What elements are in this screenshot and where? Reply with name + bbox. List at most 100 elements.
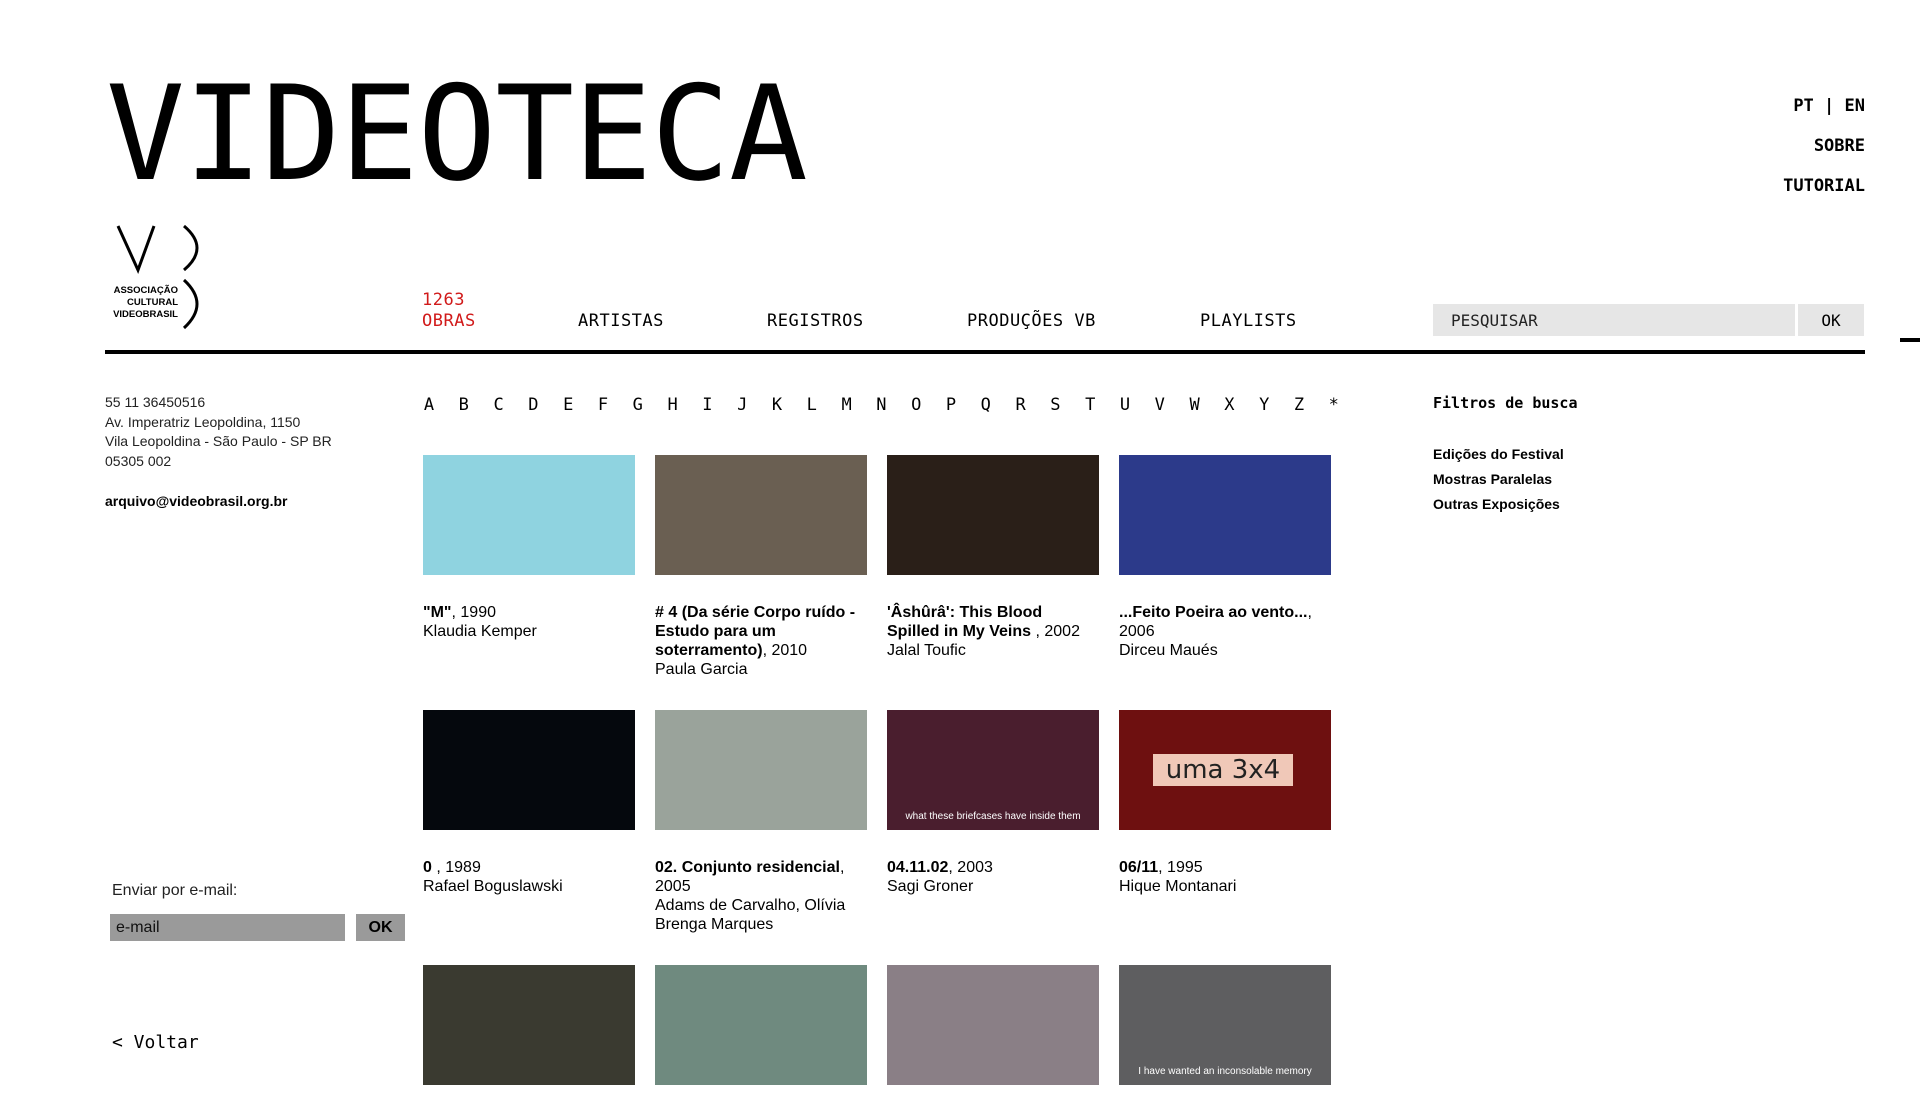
work-title-link[interactable]: 02. Conjunto residencial — [655, 859, 840, 876]
work-thumbnail[interactable] — [423, 710, 635, 830]
work-thumbnail[interactable] — [655, 965, 867, 1085]
work-card[interactable]: I have wanted an inconsolable memory — [1119, 965, 1331, 1113]
alphabet-letter[interactable]: C — [491, 395, 507, 415]
work-thumbnail[interactable] — [1119, 455, 1331, 575]
alphabet-letter[interactable]: D — [525, 395, 541, 415]
alphabet-letter[interactable]: B — [456, 395, 472, 415]
alphabet-letter[interactable]: U — [1117, 395, 1133, 415]
logo-line: CULTURAL — [126, 297, 178, 308]
alphabet-letter[interactable]: N — [873, 395, 889, 415]
filter-mostras-paralelas[interactable]: Mostras Paralelas — [1433, 467, 1578, 492]
work-thumbnail[interactable]: what these briefcases have inside them — [887, 710, 1099, 830]
alphabet-letter[interactable]: R — [1013, 395, 1029, 415]
work-info: 'Âshûrâ': This Blood Spilled in My Veins… — [887, 603, 1099, 641]
work-year: , 2002 — [1031, 623, 1080, 640]
alphabet-letter[interactable]: L — [804, 395, 820, 415]
alphabet-letter[interactable]: Z — [1291, 395, 1307, 415]
work-card[interactable] — [655, 965, 867, 1113]
work-title-link[interactable]: 06/11 — [1119, 859, 1158, 876]
filter-edicoes-festival[interactable]: Edições do Festival — [1433, 442, 1578, 467]
nav-artistas[interactable]: ARTISTAS — [578, 311, 664, 331]
language-switcher: PT | EN — [1783, 96, 1865, 136]
contact-city: Vila Leopoldina - São Paulo - SP BR — [105, 433, 332, 449]
logo-text: ASSOCIAÇÃO CULTURAL VIDEOBRASIL — [106, 285, 178, 321]
work-card[interactable]: # 4 (Da série Corpo ruído - Estudo para … — [655, 455, 867, 679]
work-card[interactable]: "M", 1990 Klaudia Kemper — [423, 455, 635, 641]
work-title-link[interactable]: "M" — [423, 604, 452, 621]
alphabet-letter[interactable]: P — [943, 395, 959, 415]
work-card[interactable]: 0 , 1989 Rafael Boguslawski — [423, 710, 635, 896]
work-title-link[interactable]: 'Âshûrâ': This Blood Spilled in My Veins — [887, 604, 1042, 640]
header-links: PT | EN SOBRE TUTORIAL — [1783, 96, 1865, 216]
work-thumbnail[interactable] — [655, 710, 867, 830]
obras-count: 1263 — [422, 290, 465, 310]
alphabet-letter[interactable]: Y — [1256, 395, 1272, 415]
email-send-button[interactable]: OK — [356, 914, 405, 941]
alphabet-letter[interactable]: H — [665, 395, 681, 415]
work-title-link[interactable]: 04.11.02 — [887, 859, 948, 876]
alphabet-letter[interactable]: O — [908, 395, 924, 415]
alphabet-letter[interactable]: T — [1082, 395, 1098, 415]
logo-line: VIDEOBRASIL — [113, 309, 178, 320]
alphabet-letter[interactable]: S — [1047, 395, 1063, 415]
work-artist: Jalal Toufic — [887, 642, 966, 659]
nav-producoes-vb[interactable]: PRODUÇÕES VB — [967, 311, 1096, 331]
work-thumbnail[interactable] — [887, 455, 1099, 575]
work-thumbnail[interactable] — [423, 455, 635, 575]
alphabet-letter[interactable]: I — [699, 395, 715, 415]
email-field[interactable] — [110, 914, 345, 941]
work-info: 06/11, 1995 — [1119, 858, 1331, 877]
alphabet-letter[interactable]: J — [734, 395, 750, 415]
work-title-link[interactable]: 0 — [423, 859, 432, 876]
work-thumbnail[interactable]: uma 3x4 — [1119, 710, 1331, 830]
work-card[interactable] — [423, 965, 635, 1113]
sobre-link[interactable]: SOBRE — [1814, 136, 1865, 156]
work-artist: Adams de Carvalho, Olívia Brenga Marques — [655, 897, 846, 933]
alphabet-letter[interactable]: M — [839, 395, 855, 415]
alphabet-letter[interactable]: F — [595, 395, 611, 415]
work-info: 0 , 1989 — [423, 858, 635, 877]
work-card[interactable]: uma 3x4 06/11, 1995 Hique Montanari — [1119, 710, 1331, 896]
work-thumbnail[interactable] — [423, 965, 635, 1085]
alphabet-letter[interactable]: K — [769, 395, 785, 415]
work-title-link[interactable]: # 4 (Da série Corpo ruído - Estudo para … — [655, 604, 855, 659]
nav-playlists[interactable]: PLAYLISTS — [1200, 311, 1297, 331]
alphabet-letter[interactable]: Q — [978, 395, 994, 415]
work-card[interactable]: 'Âshûrâ': This Blood Spilled in My Veins… — [887, 455, 1099, 660]
back-link[interactable]: < Voltar — [112, 1032, 199, 1053]
nav-registros[interactable]: REGISTROS — [767, 311, 864, 331]
alphabet-letter[interactable]: G — [630, 395, 646, 415]
contact-email-link[interactable]: arquivo@videobrasil.org.br — [105, 492, 332, 512]
search-input[interactable] — [1433, 304, 1795, 336]
work-title-link[interactable]: ...Feito Poeira ao vento... — [1119, 604, 1307, 621]
work-thumbnail[interactable]: I have wanted an inconsolable memory — [1119, 965, 1331, 1085]
work-card[interactable] — [887, 965, 1099, 1113]
work-year: , 1989 — [431, 859, 481, 876]
alphabet-letter[interactable]: * — [1326, 395, 1342, 415]
site-title: VIDEOTECA — [106, 57, 808, 210]
work-year: , 2003 — [948, 859, 993, 876]
work-card[interactable]: ...Feito Poeira ao vento..., 2006 Dirceu … — [1119, 455, 1331, 660]
tutorial-link[interactable]: TUTORIAL — [1783, 176, 1865, 196]
search-ok-button[interactable]: OK — [1798, 304, 1864, 336]
work-card[interactable]: what these briefcases have inside them 04… — [887, 710, 1099, 896]
work-thumbnail[interactable] — [655, 455, 867, 575]
alphabet-letter[interactable]: V — [1152, 395, 1168, 415]
filter-outras-exposicoes[interactable]: Outras Exposições — [1433, 492, 1578, 517]
work-thumbnail[interactable] — [887, 965, 1099, 1085]
edge-marker — [1900, 338, 1920, 342]
filters-title: Filtros de busca — [1433, 394, 1578, 412]
work-card[interactable]: 02. Conjunto residencial, 2005 Adams de C… — [655, 710, 867, 934]
alphabet-letter[interactable]: X — [1221, 395, 1237, 415]
work-artist: Paula Garcia — [655, 661, 748, 678]
lang-separator: | — [1813, 96, 1845, 116]
lang-en-link[interactable]: EN — [1845, 96, 1865, 116]
thumbnail-caption: I have wanted an inconsolable memory — [1138, 1066, 1312, 1077]
lang-pt-link[interactable]: PT — [1793, 96, 1813, 116]
work-info: ...Feito Poeira ao vento..., 2006 — [1119, 603, 1331, 641]
work-artist: Rafael Boguslawski — [423, 878, 563, 895]
nav-obras[interactable]: 1263 OBRAS — [422, 290, 476, 332]
alphabet-letter[interactable]: W — [1187, 395, 1203, 415]
alphabet-letter[interactable]: A — [421, 395, 437, 415]
alphabet-letter[interactable]: E — [560, 395, 576, 415]
